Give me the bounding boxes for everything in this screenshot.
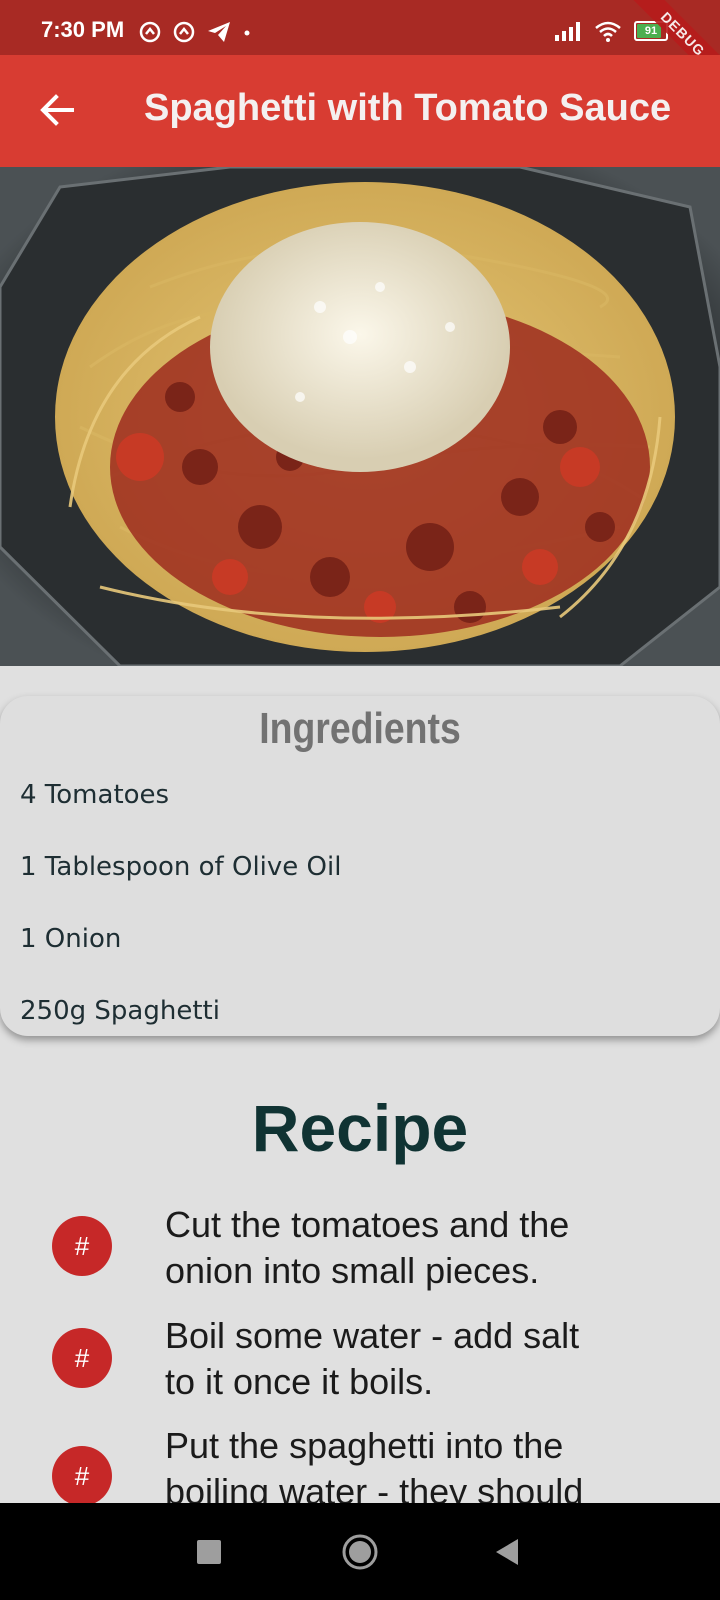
step-number-badge: # — [52, 1446, 112, 1503]
ingredients-title: Ingredients — [259, 704, 461, 753]
step-number-badge: # — [52, 1216, 112, 1276]
ingredients-card: Ingredients 4 Tomatoes 1 Tablespoon of O… — [0, 696, 720, 1036]
step-text-line: Put the spaghetti into the — [165, 1425, 564, 1466]
telegram-icon — [208, 22, 230, 42]
navigation-bar — [0, 1503, 720, 1600]
step-text-line: Boil some water - add salt — [165, 1315, 580, 1356]
recipe-image — [0, 167, 720, 666]
step-text: Cut the tomatoes and the onion into smal… — [165, 1202, 685, 1294]
recipe-title: Recipe — [251, 1091, 469, 1165]
step-text-line: onion into small pieces. — [165, 1250, 540, 1291]
dot-icon — [244, 30, 250, 36]
battery-level: 91 — [644, 25, 658, 37]
system-icons: 91 — [554, 20, 668, 42]
step-text-line: to it once it boils. — [165, 1361, 434, 1402]
app-bar: Spaghetti with Tomato Sauce — [0, 55, 720, 167]
ingredient-item: 1 Tablespoon of Olive Oil — [20, 852, 342, 882]
recents-button[interactable] — [196, 1539, 222, 1565]
step-number-badge: # — [52, 1328, 112, 1388]
data-saver-icon-2 — [173, 21, 195, 43]
square-icon — [197, 1540, 221, 1564]
back-button[interactable] — [32, 85, 82, 135]
step-text-line: Cut the tomatoes and the — [165, 1204, 570, 1245]
ingredient-item: 250g Spaghetti — [20, 996, 220, 1026]
home-button[interactable] — [341, 1533, 379, 1571]
step-text-line: boiling water - they should — [165, 1471, 584, 1503]
step-text: Boil some water - add salt to it once it… — [165, 1313, 685, 1405]
wifi-icon — [595, 21, 621, 42]
recipe-steps-list[interactable]: # Cut the tomatoes and the onion into sm… — [0, 1160, 720, 1503]
ingredient-item: 1 Onion — [20, 924, 122, 954]
notification-icons — [138, 20, 252, 44]
signal-icon — [555, 22, 580, 41]
step-text: Put the spaghetti into the boiling water… — [165, 1423, 685, 1503]
back-nav-button[interactable] — [494, 1538, 520, 1566]
page-title: Spaghetti with Tomato Sauce — [144, 87, 672, 129]
arrow-back-icon — [40, 94, 74, 126]
data-saver-icon — [139, 21, 161, 43]
ingredient-item: 4 Tomatoes — [20, 780, 170, 810]
status-bar: 7:30 PM 91 DEBUG — [0, 0, 720, 95]
triangle-back-icon — [496, 1539, 518, 1565]
status-time: 7:30 PM — [41, 17, 125, 42]
